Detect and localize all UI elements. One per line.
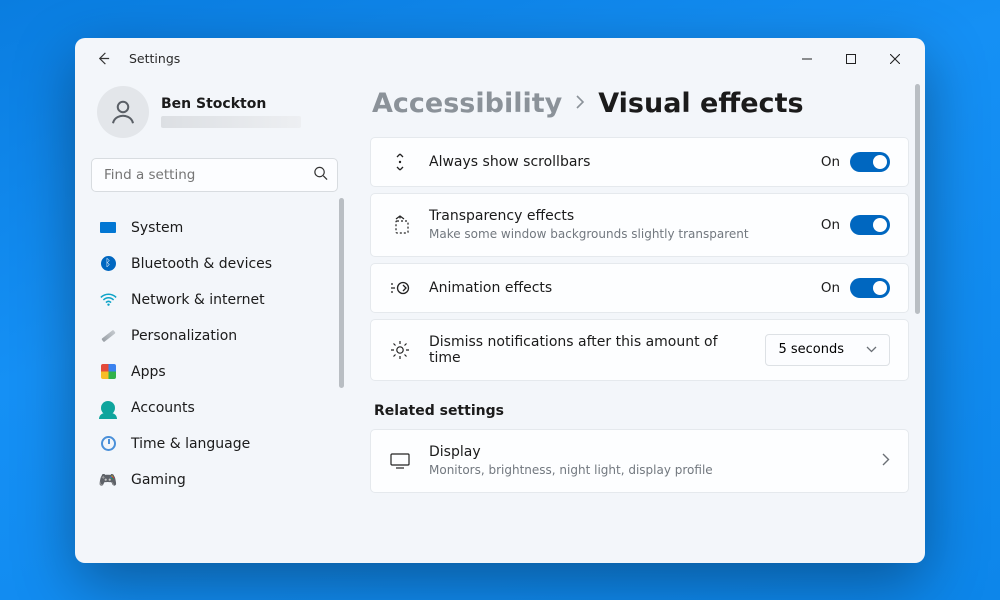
profile-email-redacted: [161, 116, 301, 128]
related-title: Display: [429, 444, 864, 460]
chevron-right-icon: [574, 94, 586, 113]
pen-icon: [99, 327, 117, 345]
transparency-icon: [389, 215, 411, 235]
search-input[interactable]: [91, 158, 338, 192]
scrollbars-icon: [389, 152, 411, 172]
breadcrumb-parent[interactable]: Accessibility: [372, 88, 562, 119]
sidebar-item-personalization[interactable]: Personalization: [89, 318, 342, 354]
apps-icon: [99, 363, 117, 381]
back-button[interactable]: [87, 43, 119, 75]
window-body: Ben Stockton System ᛒ Bluetooth & devices…: [75, 80, 925, 563]
animation-icon: [389, 280, 411, 296]
related-settings-heading: Related settings: [374, 403, 909, 419]
breadcrumb: Accessibility Visual effects: [370, 80, 909, 137]
profile-name: Ben Stockton: [161, 96, 301, 112]
sidebar: Ben Stockton System ᛒ Bluetooth & devices…: [75, 80, 350, 563]
toggle-state: On: [821, 280, 840, 296]
profile-block[interactable]: Ben Stockton: [89, 80, 344, 152]
window-title: Settings: [129, 51, 180, 66]
close-button[interactable]: [873, 43, 917, 75]
setting-title: Always show scrollbars: [429, 154, 803, 170]
toggle-state: On: [821, 154, 840, 170]
display-icon: [389, 453, 411, 469]
toggle-transparency[interactable]: [850, 215, 890, 235]
sidebar-item-time[interactable]: Time & language: [89, 426, 342, 462]
sidebar-item-label: System: [131, 220, 183, 236]
avatar: [97, 86, 149, 138]
sidebar-item-label: Accounts: [131, 400, 195, 416]
select-value: 5 seconds: [778, 342, 844, 357]
close-icon: [890, 54, 900, 64]
setting-animation-effects[interactable]: Animation effects On: [370, 263, 909, 313]
search-container: [91, 158, 338, 192]
dismiss-duration-select[interactable]: 5 seconds: [765, 334, 890, 366]
sidebar-item-apps[interactable]: Apps: [89, 354, 342, 390]
main-scrollbar[interactable]: [915, 80, 921, 563]
setting-title: Animation effects: [429, 280, 803, 296]
titlebar: Settings: [75, 38, 925, 80]
bluetooth-icon: ᛒ: [99, 255, 117, 273]
sidebar-item-bluetooth[interactable]: ᛒ Bluetooth & devices: [89, 246, 342, 282]
setting-title: Dismiss notifications after this amount …: [429, 334, 747, 366]
setting-title: Transparency effects: [429, 208, 803, 224]
minimize-icon: [802, 54, 812, 64]
sidebar-item-system[interactable]: System: [89, 210, 342, 246]
sidebar-item-label: Gaming: [131, 472, 186, 488]
chevron-down-icon: [866, 342, 877, 357]
toggle-state: On: [821, 217, 840, 233]
person-icon: [108, 97, 138, 127]
chevron-right-icon: [882, 451, 890, 470]
maximize-button[interactable]: [829, 43, 873, 75]
sidebar-item-network[interactable]: Network & internet: [89, 282, 342, 318]
related-subtitle: Monitors, brightness, night light, displ…: [429, 462, 864, 478]
sidebar-item-label: Network & internet: [131, 292, 265, 308]
sidebar-item-label: Time & language: [131, 436, 250, 452]
gaming-icon: 🎮: [99, 471, 117, 489]
sidebar-item-gaming[interactable]: 🎮 Gaming: [89, 462, 342, 498]
setting-always-show-scrollbars[interactable]: Always show scrollbars On: [370, 137, 909, 187]
sidebar-item-label: Apps: [131, 364, 166, 380]
window-controls: [785, 43, 917, 75]
breadcrumb-current: Visual effects: [598, 88, 803, 119]
accounts-icon: [99, 399, 117, 417]
main-content: Accessibility Visual effects Always show…: [350, 80, 925, 563]
toggle-scrollbars[interactable]: [850, 152, 890, 172]
settings-window: Settings Ben Stockton: [75, 38, 925, 563]
brightness-icon: [389, 340, 411, 360]
clock-icon: [99, 435, 117, 453]
related-display[interactable]: Display Monitors, brightness, night light…: [370, 429, 909, 493]
search-icon: [313, 165, 328, 184]
setting-dismiss-notifications[interactable]: Dismiss notifications after this amount …: [370, 319, 909, 381]
sidebar-item-label: Bluetooth & devices: [131, 256, 272, 272]
maximize-icon: [846, 54, 856, 64]
sidebar-item-accounts[interactable]: Accounts: [89, 390, 342, 426]
back-icon: [96, 51, 111, 66]
wifi-icon: [99, 291, 117, 309]
toggle-animation[interactable]: [850, 278, 890, 298]
setting-subtitle: Make some window backgrounds slightly tr…: [429, 226, 803, 242]
minimize-button[interactable]: [785, 43, 829, 75]
system-icon: [99, 219, 117, 237]
setting-transparency-effects[interactable]: Transparency effects Make some window bac…: [370, 193, 909, 257]
sidebar-item-label: Personalization: [131, 328, 237, 344]
sidebar-scrollbar[interactable]: [339, 198, 344, 388]
sidebar-nav: System ᛒ Bluetooth & devices Network & in…: [89, 210, 344, 498]
